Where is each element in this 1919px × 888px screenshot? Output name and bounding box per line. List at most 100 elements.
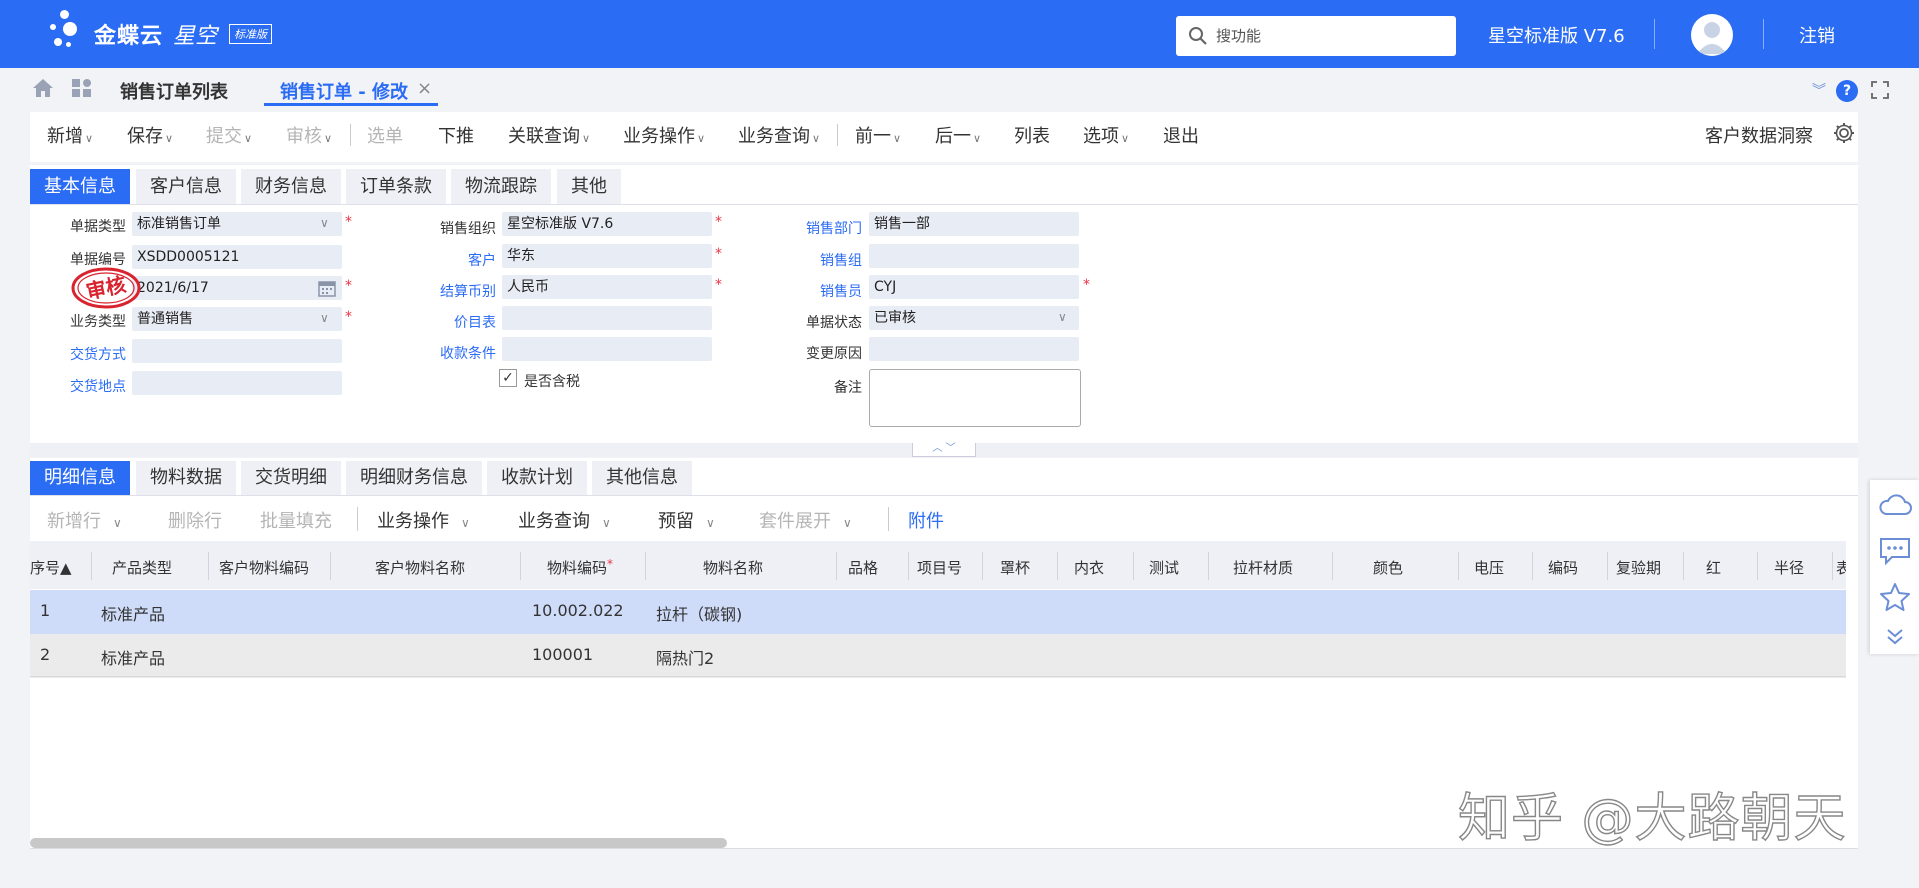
column-divider[interactable] xyxy=(1832,552,1833,580)
remark-textarea[interactable] xyxy=(869,369,1081,427)
chevron-down-icon[interactable]: ∨ xyxy=(320,216,329,230)
reserve-button[interactable]: 预留 ∨ xyxy=(658,507,715,533)
column-header-grade[interactable]: 品格 xyxy=(848,557,878,578)
double-chevron-down-icon[interactable]: ︾ xyxy=(1812,80,1826,100)
business-query-button[interactable]: 业务查询 ∨ xyxy=(738,122,820,148)
column-divider[interactable] xyxy=(1057,552,1058,580)
gear-icon[interactable] xyxy=(1832,121,1856,145)
tab-detail-finance[interactable]: 明细财务信息 xyxy=(346,461,482,495)
column-divider[interactable] xyxy=(1332,552,1333,580)
logo[interactable]: 金蝶云 星空 标准版 xyxy=(50,10,273,58)
sale-group-label[interactable]: 销售组 xyxy=(776,250,862,270)
column-divider[interactable] xyxy=(1458,552,1459,580)
exit-button[interactable]: 退出 xyxy=(1163,122,1199,148)
star-icon[interactable] xyxy=(1879,582,1911,612)
attachment-button[interactable]: 附件 xyxy=(908,507,944,533)
delivery-place-label[interactable]: 交货地点 xyxy=(40,376,126,396)
tab-sales-order-list[interactable]: 销售订单列表 xyxy=(120,78,228,104)
tab-customer-info[interactable]: 客户信息 xyxy=(136,169,236,205)
column-divider[interactable] xyxy=(330,552,331,580)
salesman-field[interactable]: CYJ xyxy=(869,275,1079,299)
column-header-cust-material-name[interactable]: 客户物料名称 xyxy=(375,557,465,578)
column-divider[interactable] xyxy=(645,552,646,580)
tab-detail-info[interactable]: 明细信息 xyxy=(30,461,130,495)
customer-label[interactable]: 客户 xyxy=(410,250,496,270)
expand-kit-button[interactable]: 套件展开 ∨ xyxy=(759,507,852,533)
related-query-button[interactable]: 关联查询 ∨ xyxy=(508,122,590,148)
avatar[interactable] xyxy=(1691,14,1733,56)
new-button[interactable]: 新增 ∨ xyxy=(47,122,93,148)
delivery-method-field[interactable] xyxy=(132,339,342,363)
delete-row-button[interactable]: 删除行 xyxy=(168,507,222,533)
chevron-down-icon[interactable]: ∨ xyxy=(320,311,329,325)
column-header-underwear[interactable]: 内衣 xyxy=(1074,557,1104,578)
grid-business-query-button[interactable]: 业务查询 ∨ xyxy=(518,507,611,533)
column-divider[interactable] xyxy=(208,552,209,580)
tab-logistics[interactable]: 物流跟踪 xyxy=(451,169,551,205)
search-input[interactable] xyxy=(1216,27,1436,45)
audit-button[interactable]: 审核 ∨ xyxy=(286,122,332,148)
customer-field[interactable]: 华东 xyxy=(502,244,712,268)
column-divider[interactable] xyxy=(836,552,837,580)
tab-basic-info[interactable]: 基本信息 xyxy=(30,169,130,205)
splitter-chevrons-icon[interactable]: ︿ ﹀ xyxy=(912,443,976,457)
payment-terms-label[interactable]: 收款条件 xyxy=(410,343,496,363)
column-header-material-code[interactable]: 物料编码* xyxy=(547,557,613,578)
column-divider[interactable] xyxy=(1208,552,1209,580)
column-header-color[interactable]: 颜色 xyxy=(1373,557,1403,578)
business-ops-button[interactable]: 业务操作 ∨ xyxy=(623,122,705,148)
tab-payment-plan[interactable]: 收款计划 xyxy=(487,461,587,495)
list-button[interactable]: 列表 xyxy=(1014,122,1050,148)
sale-org-field[interactable]: 星空标准版 V7.6 xyxy=(502,212,712,236)
table-row[interactable] xyxy=(30,590,1846,634)
column-header-code[interactable]: 编码 xyxy=(1548,557,1578,578)
chat-icon[interactable] xyxy=(1878,536,1912,566)
date-field[interactable]: 2021/6/17 xyxy=(132,276,342,300)
delivery-place-field[interactable] xyxy=(132,371,342,395)
column-header-test[interactable]: 测试 xyxy=(1149,557,1179,578)
column-header-cup[interactable]: 罩杯 xyxy=(1000,557,1030,578)
sale-dept-field[interactable]: 销售一部 xyxy=(869,212,1079,236)
bill-status-select[interactable]: 已审核 xyxy=(869,306,1079,330)
column-divider[interactable] xyxy=(908,552,909,580)
batch-fill-button[interactable]: 批量填充 xyxy=(260,507,332,533)
column-header-rod-material[interactable]: 拉杆材质 xyxy=(1233,557,1293,578)
calendar-icon[interactable] xyxy=(318,279,336,297)
column-header-table[interactable]: 表 xyxy=(1836,557,1846,578)
column-divider[interactable] xyxy=(1607,552,1608,580)
save-button[interactable]: 保存 ∨ xyxy=(127,122,173,148)
column-header-cust-material-code[interactable]: 客户物料编码 xyxy=(219,557,309,578)
tax-included-checkbox[interactable]: ✓ xyxy=(499,369,517,387)
search-box[interactable] xyxy=(1176,16,1456,56)
column-divider[interactable] xyxy=(520,552,521,580)
fullscreen-icon[interactable] xyxy=(1870,80,1890,100)
home-icon[interactable] xyxy=(32,78,54,98)
column-header-radius[interactable]: 半径 xyxy=(1774,557,1804,578)
double-chevron-down-icon[interactable] xyxy=(1885,628,1905,646)
help-icon[interactable]: ? xyxy=(1836,80,1858,102)
column-divider[interactable] xyxy=(91,552,92,580)
tab-finance-info[interactable]: 财务信息 xyxy=(241,169,341,205)
close-tab-icon[interactable]: × xyxy=(417,78,432,99)
column-divider[interactable] xyxy=(1532,552,1533,580)
column-header-retest-period[interactable]: 复验期 xyxy=(1616,557,1661,578)
currency-label[interactable]: 结算币别 xyxy=(410,281,496,301)
column-header-product-type[interactable]: 产品类型 xyxy=(112,557,172,578)
change-reason-field[interactable] xyxy=(869,337,1079,361)
column-header-material-name[interactable]: 物料名称 xyxy=(703,557,763,578)
tab-material-data[interactable]: 物料数据 xyxy=(136,461,236,495)
tab-other[interactable]: 其他 xyxy=(557,169,621,205)
bill-type-select[interactable]: 标准销售订单 xyxy=(132,212,342,236)
column-header-project-no[interactable]: 项目号 xyxy=(917,557,962,578)
tab-other-info[interactable]: 其他信息 xyxy=(592,461,692,495)
cloud-icon[interactable] xyxy=(1878,492,1912,518)
horizontal-scrollbar[interactable] xyxy=(30,838,727,848)
column-header-red[interactable]: 红 xyxy=(1706,557,1721,578)
column-divider[interactable] xyxy=(982,552,983,580)
tab-order-terms[interactable]: 订单条款 xyxy=(346,169,446,205)
add-row-button[interactable]: 新增行 ∨ xyxy=(47,507,122,533)
logout-button[interactable]: 注销 xyxy=(1799,22,1835,48)
salesman-label[interactable]: 销售员 xyxy=(776,281,862,301)
chevron-down-icon[interactable]: ∨ xyxy=(1058,310,1067,324)
column-divider[interactable] xyxy=(1683,552,1684,580)
